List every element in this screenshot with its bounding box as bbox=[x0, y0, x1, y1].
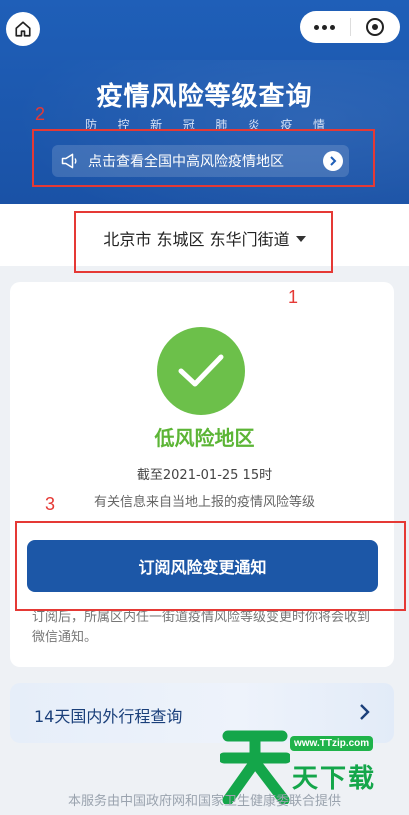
risk-level: 低风险地区 bbox=[154, 426, 255, 450]
annotation-number-1: 1 bbox=[288, 287, 299, 307]
annotation-box-1 bbox=[74, 211, 333, 273]
annotation-number-3: 3 bbox=[45, 494, 56, 514]
home-button[interactable] bbox=[6, 12, 40, 46]
annotation-number-2: 2 bbox=[35, 104, 46, 124]
chevron-right-icon bbox=[358, 702, 372, 726]
subscribe-note: 订阅后，所属区内任一街道疫情风险等级变更时你将会收到微信通知。 bbox=[32, 610, 371, 645]
close-miniprogram-button[interactable] bbox=[351, 11, 401, 43]
more-button[interactable] bbox=[300, 11, 350, 43]
trip-query-label: 14天国内外行程查询 bbox=[34, 707, 183, 726]
miniprogram-capsule bbox=[300, 11, 400, 43]
watermark-url: www.TTzip.com bbox=[290, 736, 374, 751]
footer-text: 本服务由中国政府网和国家卫生健康委联合提供 bbox=[67, 794, 341, 809]
checkmark-icon bbox=[157, 327, 245, 415]
data-source-note: 有关信息来自当地上报的疫情风险等级 bbox=[93, 495, 315, 510]
annotation-box-3 bbox=[15, 521, 406, 611]
home-icon bbox=[15, 21, 31, 37]
more-icon bbox=[314, 24, 336, 30]
target-icon bbox=[366, 18, 385, 36]
page-title: 疫情风险等级查询 bbox=[96, 82, 313, 112]
as-of-time: 截至2021-01-25 15时 bbox=[136, 468, 273, 483]
annotation-box-2 bbox=[32, 129, 375, 187]
